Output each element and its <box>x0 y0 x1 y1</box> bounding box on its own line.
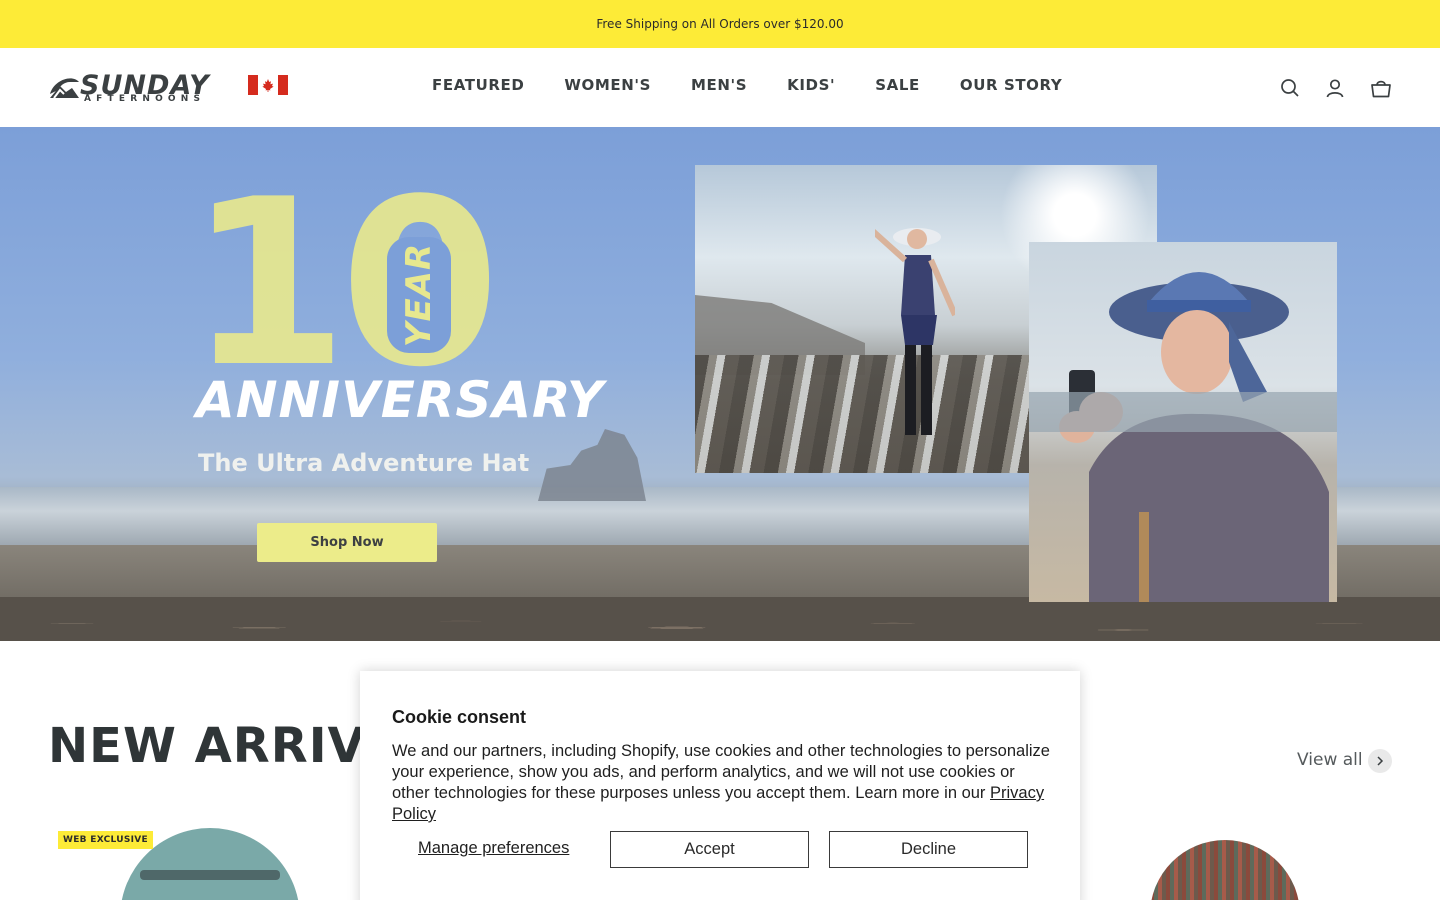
main-nav: FEATURED WOMEN'S MEN'S KIDS' SALE OUR ST… <box>432 76 1062 94</box>
decline-button[interactable]: Decline <box>829 831 1028 868</box>
hero-year-text: YEAR <box>399 242 439 348</box>
cookie-title: Cookie consent <box>392 707 527 727</box>
cookie-consent-dialog: Cookie consent We and our partners, incl… <box>360 671 1080 900</box>
nav-mens[interactable]: MEN'S <box>691 76 747 94</box>
search-icon[interactable] <box>1278 76 1302 100</box>
manage-preferences-link[interactable]: Manage preferences <box>418 839 569 858</box>
site-header: SUNDAY AFTERNOONS FEATURED WOMEN'S MEN'S… <box>0 48 1440 127</box>
brand-logo[interactable]: SUNDAY AFTERNOONS <box>48 70 243 106</box>
chevron-right-icon[interactable] <box>1368 749 1392 773</box>
announcement-bar: Free Shipping on All Orders over $120.00 <box>0 0 1440 48</box>
nav-featured[interactable]: FEATURED <box>432 76 524 94</box>
canada-flag-icon[interactable] <box>248 75 288 95</box>
mountain-logo-icon <box>50 78 79 99</box>
announcement-text: Free Shipping on All Orders over $120.00 <box>596 17 844 31</box>
hero-subtitle: The Ultra Adventure Hat <box>198 449 530 477</box>
hero-photo-man <box>1029 242 1337 602</box>
hero-sea-stack <box>538 429 646 501</box>
hero-banner: 10 YEAR ANNIVERSARY The Ultra Adventure … <box>0 127 1440 641</box>
web-exclusive-badge: WEB EXCLUSIVE <box>58 831 154 849</box>
product-image-hat[interactable] <box>1150 840 1300 900</box>
hero-headline: ANNIVERSARY <box>196 371 605 429</box>
account-icon[interactable] <box>1323 76 1347 100</box>
hero-rocks <box>0 597 1440 641</box>
nav-sale[interactable]: SALE <box>875 76 920 94</box>
view-all-link[interactable]: View all <box>1297 750 1363 770</box>
nav-womens[interactable]: WOMEN'S <box>564 76 651 94</box>
accept-button[interactable]: Accept <box>610 831 809 868</box>
brand-subname: AFTERNOONS <box>84 94 206 104</box>
cookie-body: We and our partners, including Shopify, … <box>392 741 1052 825</box>
woman-figure <box>875 228 955 435</box>
hero-year-badge: YEAR <box>387 237 451 353</box>
cart-icon[interactable] <box>1369 76 1393 100</box>
cookie-body-text: We and our partners, including Shopify, … <box>392 742 1050 802</box>
nav-kids[interactable]: KIDS' <box>787 76 835 94</box>
nav-our-story[interactable]: OUR STORY <box>960 76 1062 94</box>
shop-now-button[interactable]: Shop Now <box>257 523 437 562</box>
